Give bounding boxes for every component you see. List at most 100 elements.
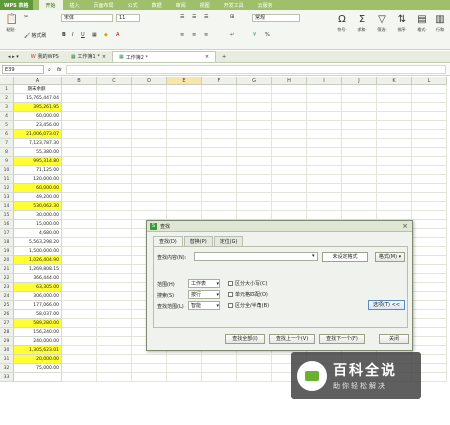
cell[interactable] xyxy=(132,193,167,202)
cell[interactable] xyxy=(412,337,447,346)
dialog-close-icon[interactable]: × xyxy=(400,222,410,231)
cell[interactable] xyxy=(412,292,447,301)
cell-a[interactable]: 75,000.00 xyxy=(14,364,62,373)
menu-formulas[interactable]: 公式 xyxy=(121,0,145,10)
sort-button[interactable]: ⇅ 排序· xyxy=(394,14,410,33)
cell[interactable] xyxy=(412,121,447,130)
cell[interactable] xyxy=(132,130,167,139)
cell[interactable] xyxy=(342,193,377,202)
cell-a[interactable]: 240,000.00 xyxy=(14,337,62,346)
cell[interactable] xyxy=(202,121,237,130)
cell[interactable] xyxy=(97,112,132,121)
cell[interactable] xyxy=(412,274,447,283)
whole-cell-checkbox[interactable]: 单元格匹配(O) xyxy=(228,291,268,298)
cell[interactable] xyxy=(412,193,447,202)
cell[interactable] xyxy=(412,310,447,319)
cell-a[interactable]: 395,261.95 xyxy=(14,103,62,112)
cell[interactable] xyxy=(412,202,447,211)
cell-a[interactable] xyxy=(14,373,62,382)
cell-a[interactable]: 366,444.00 xyxy=(14,274,62,283)
cell[interactable] xyxy=(97,337,132,346)
align-right-button[interactable]: ≡ xyxy=(204,32,208,38)
cell-a[interactable]: 589,280.00 xyxy=(14,319,62,328)
cell[interactable] xyxy=(272,103,307,112)
cell[interactable] xyxy=(62,184,97,193)
cell[interactable] xyxy=(307,157,342,166)
cell[interactable] xyxy=(62,364,97,373)
cell[interactable] xyxy=(237,355,272,364)
cell[interactable] xyxy=(377,211,412,220)
italic-button[interactable]: I xyxy=(72,32,73,38)
currency-button[interactable]: ¥ xyxy=(253,32,256,38)
column-header[interactable]: G xyxy=(237,77,272,85)
dropdown-icon[interactable]: ▾ xyxy=(312,253,315,259)
cell[interactable] xyxy=(272,148,307,157)
cell-a[interactable]: 63,305.00 xyxy=(14,283,62,292)
align-top-button[interactable]: ☰ xyxy=(180,14,184,20)
cell[interactable] xyxy=(97,283,132,292)
wrap-button[interactable]: ↵ xyxy=(230,32,234,38)
cell[interactable] xyxy=(132,94,167,103)
cell[interactable] xyxy=(167,211,202,220)
cell[interactable] xyxy=(272,184,307,193)
cell[interactable] xyxy=(342,148,377,157)
find-input[interactable] xyxy=(194,252,318,261)
cell[interactable] xyxy=(202,355,237,364)
cell[interactable] xyxy=(342,166,377,175)
cell-a[interactable]: 156,240.00 xyxy=(14,328,62,337)
cell[interactable] xyxy=(62,220,97,229)
cell[interactable] xyxy=(377,148,412,157)
cell[interactable] xyxy=(62,328,97,337)
cell[interactable] xyxy=(202,364,237,373)
cell[interactable] xyxy=(237,130,272,139)
select-all-corner[interactable] xyxy=(0,77,14,85)
cell[interactable] xyxy=(62,193,97,202)
underline-button[interactable]: U xyxy=(81,32,85,38)
cell[interactable] xyxy=(412,139,447,148)
cell[interactable] xyxy=(202,202,237,211)
cell-a[interactable]: 306,000.00 xyxy=(14,292,62,301)
menu-data[interactable]: 数据 xyxy=(145,0,169,10)
cell-a[interactable]: 55,380.00 xyxy=(14,148,62,157)
cell[interactable] xyxy=(62,337,97,346)
cell[interactable] xyxy=(202,85,237,94)
menu-home[interactable]: 开始 xyxy=(38,0,63,10)
cell[interactable] xyxy=(97,211,132,220)
cell[interactable] xyxy=(377,175,412,184)
cell[interactable] xyxy=(412,220,447,229)
merge-button[interactable]: ⊞ xyxy=(230,14,234,20)
cell[interactable] xyxy=(342,85,377,94)
find-previous-button[interactable]: 查找上一个(V) xyxy=(269,334,315,344)
cell[interactable] xyxy=(412,130,447,139)
menu-page-layout[interactable]: 页面布局 xyxy=(87,0,121,10)
column-header[interactable]: A xyxy=(14,77,62,85)
cell[interactable] xyxy=(412,211,447,220)
cell[interactable] xyxy=(62,355,97,364)
cell-a[interactable]: 5,563,298.20 xyxy=(14,238,62,247)
font-size-select[interactable]: 11 xyxy=(116,14,140,22)
cell[interactable] xyxy=(167,184,202,193)
cell[interactable] xyxy=(62,85,97,94)
cell[interactable] xyxy=(97,166,132,175)
fill-color-button[interactable]: ◆ xyxy=(104,32,108,38)
row-header[interactable]: 1 xyxy=(0,85,14,94)
row-header[interactable]: 21 xyxy=(0,265,14,274)
cell[interactable] xyxy=(202,148,237,157)
cell[interactable] xyxy=(202,193,237,202)
cell[interactable] xyxy=(412,148,447,157)
cut-button[interactable]: ✂ xyxy=(24,14,28,20)
tab-workbook1[interactable]: ▦ 工作簿1 * × xyxy=(65,51,112,62)
app-menu-button[interactable]: WPS 表格 xyxy=(0,0,33,10)
cell[interactable] xyxy=(132,355,167,364)
options-button[interactable]: 选项(T) << xyxy=(368,300,405,310)
cell[interactable] xyxy=(377,202,412,211)
cell[interactable] xyxy=(97,301,132,310)
row-header[interactable]: 13 xyxy=(0,193,14,202)
tab-goto[interactable]: 定位(G) xyxy=(213,236,244,246)
cell[interactable] xyxy=(97,157,132,166)
cell[interactable] xyxy=(167,355,202,364)
row-header[interactable]: 18 xyxy=(0,238,14,247)
cell[interactable] xyxy=(97,220,132,229)
cell-a[interactable]: 期末余额 xyxy=(14,85,62,94)
menu-developer[interactable]: 开发工具 xyxy=(217,0,251,10)
